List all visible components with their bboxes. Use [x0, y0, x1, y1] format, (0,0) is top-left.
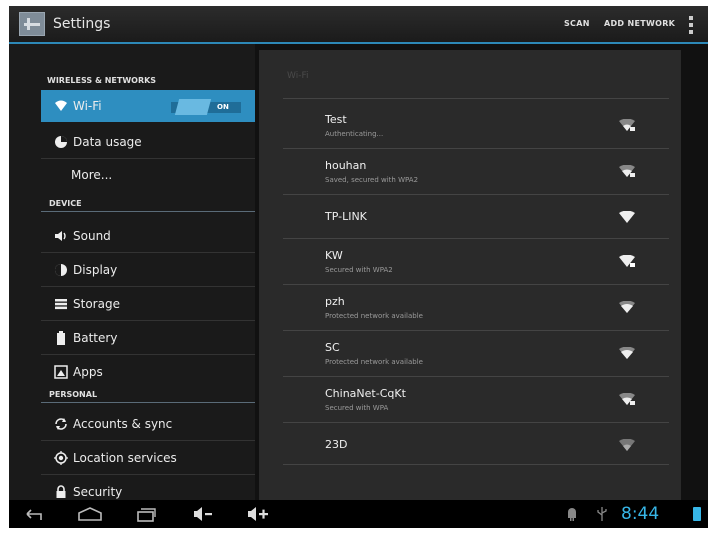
- sidebar-item-label: Battery: [73, 331, 118, 345]
- overflow-menu-icon[interactable]: [689, 16, 693, 34]
- battery-status-icon: [693, 507, 701, 521]
- network-status: Saved, secured with WPA2: [325, 176, 419, 184]
- wifi-signal-locked-icon: [619, 165, 635, 177]
- apps-icon: [54, 365, 68, 379]
- section-divider: [41, 211, 255, 212]
- network-status: Authenticating...: [325, 130, 384, 138]
- status-clock: 8:44: [621, 504, 660, 524]
- sidebar-item-label: Accounts & sync: [73, 417, 173, 431]
- section-divider: [41, 402, 255, 403]
- wifi-signal-icon: [619, 211, 635, 223]
- wifi-network-item[interactable]: pzh Protected network available: [283, 286, 669, 330]
- app-title: Settings: [53, 16, 111, 32]
- volume-down-icon[interactable]: [193, 506, 215, 522]
- wifi-network-item[interactable]: KW Secured with WPA2: [283, 240, 669, 284]
- network-status: Protected network available: [325, 358, 423, 366]
- wifi-signal-locked-icon: [619, 393, 635, 405]
- sidebar-item-sound[interactable]: Sound: [41, 220, 255, 252]
- sidebar-item-label: Security: [73, 485, 123, 499]
- wifi-network-item[interactable]: houhan Saved, secured with WPA2: [283, 150, 669, 194]
- home-icon[interactable]: [77, 506, 103, 522]
- volume-up-icon[interactable]: [247, 506, 271, 522]
- wifi-signal-icon: [619, 347, 635, 359]
- network-name: 23D: [325, 438, 348, 451]
- tablet-screen: Settings SCAN ADD NETWORK WIRELESS & NET…: [9, 6, 708, 528]
- settings-sidebar: WIRELESS & NETWORKS Wi-Fi ON Data usage …: [9, 44, 255, 500]
- sidebar-item-storage[interactable]: Storage: [41, 288, 255, 320]
- sidebar-item-label: Apps: [73, 365, 103, 379]
- wifi-icon: [54, 99, 68, 113]
- network-name: TP-LINK: [325, 210, 367, 223]
- lock-icon: [54, 485, 68, 499]
- sidebar-item-label: Wi-Fi: [73, 99, 102, 113]
- sidebar-item-location[interactable]: Location services: [41, 442, 255, 474]
- sidebar-item-label: Storage: [73, 297, 120, 311]
- speaker-icon: [54, 229, 68, 243]
- network-name: houhan: [325, 159, 367, 172]
- sidebar-item-more[interactable]: More...: [41, 159, 255, 191]
- network-name: KW: [325, 249, 343, 262]
- wifi-network-item[interactable]: SC Protected network available: [283, 332, 669, 376]
- sidebar-item-accounts-sync[interactable]: Accounts & sync: [41, 408, 255, 440]
- wifi-signal-weak-icon: [619, 439, 635, 451]
- wifi-network-item[interactable]: TP-LINK: [283, 196, 669, 240]
- recent-apps-icon[interactable]: [135, 506, 157, 522]
- sidebar-item-label: Data usage: [73, 135, 142, 149]
- usb-icon: [597, 507, 607, 521]
- panel-title: Wi-Fi: [287, 71, 309, 81]
- network-name: ChinaNet-CqKt: [325, 387, 406, 400]
- sidebar-item-battery[interactable]: Battery: [41, 322, 255, 354]
- location-icon: [54, 451, 68, 465]
- sync-icon: [54, 417, 68, 431]
- back-icon[interactable]: [23, 506, 45, 522]
- network-name: Test: [325, 113, 347, 126]
- network-status: Secured with WPA2: [325, 266, 393, 274]
- action-bar: Settings SCAN ADD NETWORK: [9, 6, 708, 44]
- sidebar-item-label: Location services: [73, 451, 177, 465]
- sidebar-item-data-usage[interactable]: Data usage: [41, 126, 255, 158]
- sidebar-item-label: More...: [71, 168, 113, 182]
- scan-button[interactable]: SCAN: [564, 19, 590, 28]
- network-name: pzh: [325, 295, 345, 308]
- section-header-personal: PERSONAL: [49, 390, 98, 399]
- data-usage-icon: [54, 135, 68, 149]
- wifi-network-item[interactable]: Test Authenticating...: [283, 104, 669, 148]
- system-navigation-bar: 8:44: [9, 500, 708, 528]
- sidebar-item-label: Display: [73, 263, 118, 277]
- toggle-state-label: ON: [217, 103, 229, 111]
- storage-icon: [54, 297, 68, 311]
- section-header-wireless: WIRELESS & NETWORKS: [47, 76, 157, 85]
- network-status: Protected network available: [325, 312, 423, 320]
- wifi-networks-panel: Wi-Fi Test Authenticating... houhan Save…: [259, 50, 681, 500]
- sidebar-item-display[interactable]: Display: [41, 254, 255, 286]
- wifi-signal-locked-icon: [619, 119, 635, 131]
- sidebar-item-wifi[interactable]: Wi-Fi ON: [41, 90, 255, 122]
- network-status: Secured with WPA: [325, 404, 389, 412]
- add-network-button[interactable]: ADD NETWORK: [604, 19, 675, 28]
- display-icon: [54, 263, 68, 277]
- wifi-network-item[interactable]: ChinaNet-CqKt Secured with WPA: [283, 378, 669, 422]
- wifi-toggle-switch[interactable]: ON: [171, 99, 241, 115]
- wifi-signal-locked-icon: [619, 255, 635, 267]
- section-header-device: DEVICE: [49, 199, 82, 208]
- wifi-network-item[interactable]: 23D: [283, 424, 669, 468]
- android-debug-icon: [568, 508, 576, 521]
- sidebar-item-label: Sound: [73, 229, 111, 243]
- network-name: SC: [325, 341, 340, 354]
- battery-icon: [54, 331, 68, 345]
- wifi-signal-icon: [619, 301, 635, 313]
- settings-app-icon[interactable]: [19, 12, 45, 36]
- sidebar-item-apps[interactable]: Apps: [41, 356, 255, 388]
